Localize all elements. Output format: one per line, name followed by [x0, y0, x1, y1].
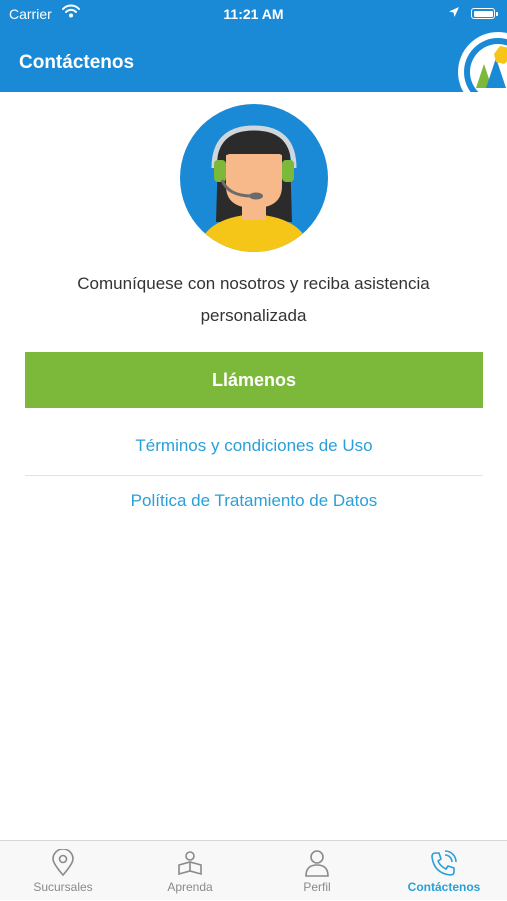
navigation-bar: Contáctenos [0, 28, 507, 92]
tab-label: Perfil [303, 880, 331, 894]
phone-ringing-icon [431, 850, 457, 876]
battery-icon [471, 8, 498, 19]
reading-person-icon [178, 851, 202, 876]
page-title: Contáctenos [19, 52, 135, 73]
tab-label: Sucursales [33, 880, 93, 894]
tab-perfil[interactable]: Perfil [254, 841, 380, 901]
call-button[interactable]: Llámenos [25, 352, 483, 408]
status-bar: Carrier 11:21 AM [0, 0, 507, 28]
tab-sucursales[interactable]: Sucursales [0, 841, 126, 901]
tab-contactenos[interactable]: Contáctenos [381, 841, 507, 901]
tab-aprenda[interactable]: Aprenda [127, 841, 253, 901]
contact-message: Comuníquese con nosotros y reciba asiste… [77, 274, 430, 325]
terms-link[interactable]: Términos y condiciones de Uso [25, 436, 483, 456]
location-arrow-icon [449, 7, 459, 17]
tab-label: Aprenda [167, 880, 213, 894]
user-icon [305, 850, 329, 877]
tab-label: Contáctenos [407, 880, 481, 894]
divider [25, 475, 483, 476]
agent-avatar [180, 104, 328, 252]
location-pin-icon [52, 849, 74, 877]
privacy-policy-link[interactable]: Política de Tratamiento de Datos [25, 491, 483, 511]
tab-bar: Sucursales Aprenda Perfil Contáctenos [0, 840, 507, 900]
brand-logo [458, 32, 507, 92]
clock: 11:21 AM [223, 6, 284, 22]
